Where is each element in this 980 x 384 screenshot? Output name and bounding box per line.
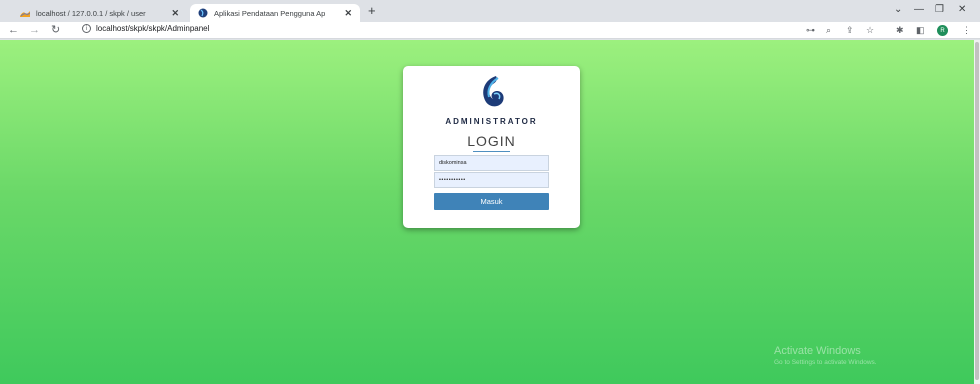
back-icon[interactable]: ← <box>8 24 19 36</box>
tab-title: Aplikasi Pendataan Pengguna Ap <box>214 8 326 18</box>
tab-search-icon[interactable]: ⌄ <box>894 4 902 15</box>
page-background: ADMINISTRATOR LOGIN diskominsa •••••••••… <box>0 40 974 384</box>
address-bar[interactable]: i localhost/skpk/skpk/Adminpanel <box>82 24 209 33</box>
zoom-icon[interactable]: ⌕ <box>826 24 831 36</box>
close-window-icon[interactable]: ✕ <box>958 4 966 15</box>
minimize-icon[interactable]: — <box>914 4 924 15</box>
restore-icon[interactable]: ❐ <box>935 4 944 15</box>
reload-icon[interactable]: ↻ <box>51 24 60 36</box>
tab-strip: localhost / 127.0.0.1 / skpk / user ✕ Ap… <box>0 0 980 22</box>
extensions-icon[interactable]: ✱ <box>896 24 904 36</box>
tab-aplikasi[interactable]: Aplikasi Pendataan Pengguna Ap ✕ <box>190 4 360 22</box>
close-tab-icon[interactable]: ✕ <box>344 8 352 19</box>
bookmark-star-icon[interactable]: ☆ <box>866 24 874 36</box>
login-card: ADMINISTRATOR LOGIN diskominsa •••••••••… <box>403 66 580 228</box>
url-text[interactable]: localhost/skpk/skpk/Adminpanel <box>96 24 209 33</box>
logo-icon <box>483 76 504 107</box>
password-field[interactable]: ••••••••••• <box>434 172 549 188</box>
tab-title: localhost / 127.0.0.1 / skpk / user <box>36 8 146 18</box>
close-tab-icon[interactable]: ✕ <box>171 8 179 19</box>
scrollbar-thumb[interactable] <box>975 42 979 380</box>
new-tab-button[interactable]: + <box>368 4 376 18</box>
side-panel-icon[interactable]: ◧ <box>916 24 925 36</box>
scrollbar[interactable] <box>974 40 980 384</box>
browser-toolbar: ← → ↻ i localhost/skpk/skpk/Adminpanel ⊶… <box>0 22 980 39</box>
share-icon[interactable]: ⇪ <box>846 24 854 36</box>
watermark-title: Activate Windows <box>774 345 861 357</box>
username-field[interactable]: diskominsa <box>434 155 549 171</box>
globe-icon <box>198 8 208 18</box>
login-title: LOGIN <box>467 133 516 149</box>
key-icon[interactable]: ⊶ <box>806 24 815 36</box>
info-icon[interactable]: i <box>82 24 91 33</box>
watermark-subtitle: Go to Settings to activate Windows. <box>774 359 877 366</box>
masuk-button[interactable]: Masuk <box>434 193 549 210</box>
phpmyadmin-icon <box>20 11 30 17</box>
profile-avatar[interactable]: R <box>937 25 948 36</box>
title-underline <box>473 151 510 152</box>
forward-icon[interactable]: → <box>29 24 40 36</box>
administrator-heading: ADMINISTRATOR <box>445 117 538 126</box>
tab-phpmyadmin[interactable]: localhost / 127.0.0.1 / skpk / user ✕ <box>12 4 187 22</box>
menu-kebab-icon[interactable]: ⋮ <box>962 24 971 36</box>
